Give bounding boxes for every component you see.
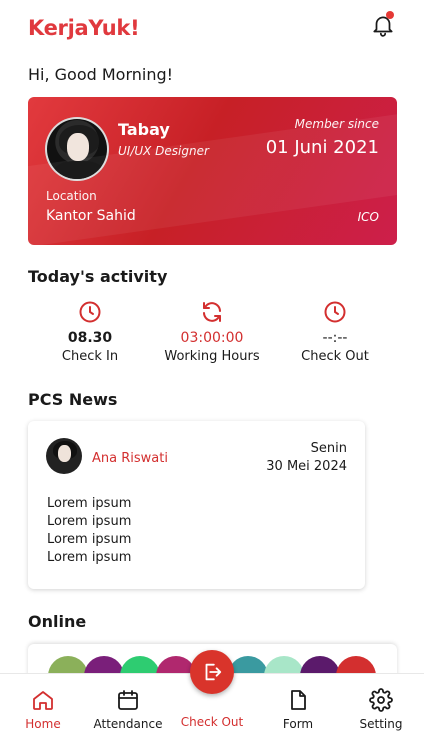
member-since-date: 01 Juni 2021 <box>265 137 379 158</box>
news-line: Lorem ipsum <box>47 496 132 511</box>
check-out-value: --:-- <box>322 330 348 346</box>
online-title: Online <box>28 612 87 631</box>
avatar <box>45 117 109 181</box>
member-since-label: Member since <box>294 117 379 131</box>
activity-title: Today's activity <box>28 267 168 286</box>
news-line: Lorem ipsum <box>47 532 132 547</box>
greeting-text: Hi, Good Morning! <box>28 65 174 84</box>
profile-card[interactable]: Tabay UI/UX Designer Member since 01 Jun… <box>28 97 397 245</box>
check-in-label: Check In <box>61 349 119 364</box>
news-body: Lorem ipsum Lorem ipsum Lorem ipsum Lore… <box>47 495 131 567</box>
check-out-button[interactable] <box>190 650 234 694</box>
news-author: Ana Riswati <box>92 451 168 466</box>
working-hours-label: Working Hours <box>164 349 260 364</box>
notification-button[interactable] <box>370 11 396 38</box>
profile-name: Tabay <box>118 120 170 139</box>
document-icon <box>291 690 306 710</box>
nav-home-label: Home <box>25 717 61 731</box>
news-card[interactable]: Ana Riswati Senin 30 Mei 2024 Lorem ipsu… <box>28 421 365 589</box>
news-line: Lorem ipsum <box>47 550 132 565</box>
news-day: Senin <box>310 441 347 456</box>
app-header: KerjaYuk! <box>0 0 424 56</box>
location-label: Location <box>46 189 97 203</box>
check-out-label: Check Out <box>301 349 369 364</box>
brand-logo: KerjaYuk! <box>28 16 140 40</box>
calendar-icon <box>118 690 138 710</box>
clock-icon <box>324 301 346 323</box>
nav-attendance-label: Attendance <box>93 717 163 731</box>
clock-icon <box>79 301 101 323</box>
working-hours-stat: 03:00:00 Working Hours <box>152 300 272 364</box>
author-avatar <box>46 438 82 474</box>
nav-form[interactable]: Form <box>256 688 340 731</box>
nav-check-out-label[interactable]: Check Out <box>170 715 254 729</box>
news-line: Lorem ipsum <box>47 514 132 529</box>
nav-setting-label: Setting <box>359 717 403 731</box>
notification-badge <box>386 11 394 19</box>
home-icon <box>33 691 53 710</box>
news-title: PCS News <box>28 390 118 409</box>
nav-attendance[interactable]: Attendance <box>86 688 170 731</box>
profile-tag: ICO <box>357 210 379 224</box>
nav-home[interactable]: Home <box>1 688 85 731</box>
profile-role: UI/UX Designer <box>118 144 209 158</box>
refresh-icon <box>203 302 221 322</box>
check-in-value: 08.30 <box>67 330 113 346</box>
activity-summary: 08.30 Check In 03:00:00 Working Hours --… <box>28 300 397 370</box>
working-hours-value: 03:00:00 <box>180 330 244 346</box>
nav-setting[interactable]: Setting <box>339 688 423 731</box>
check-out-stat: --:-- Check Out <box>275 300 395 364</box>
nav-form-label: Form <box>282 717 314 731</box>
location-value: Kantor Sahid <box>46 208 136 224</box>
news-date: 30 Mei 2024 <box>266 459 347 474</box>
gear-icon <box>369 688 393 712</box>
logout-icon <box>205 663 222 681</box>
check-in-stat: 08.30 Check In <box>30 300 150 364</box>
